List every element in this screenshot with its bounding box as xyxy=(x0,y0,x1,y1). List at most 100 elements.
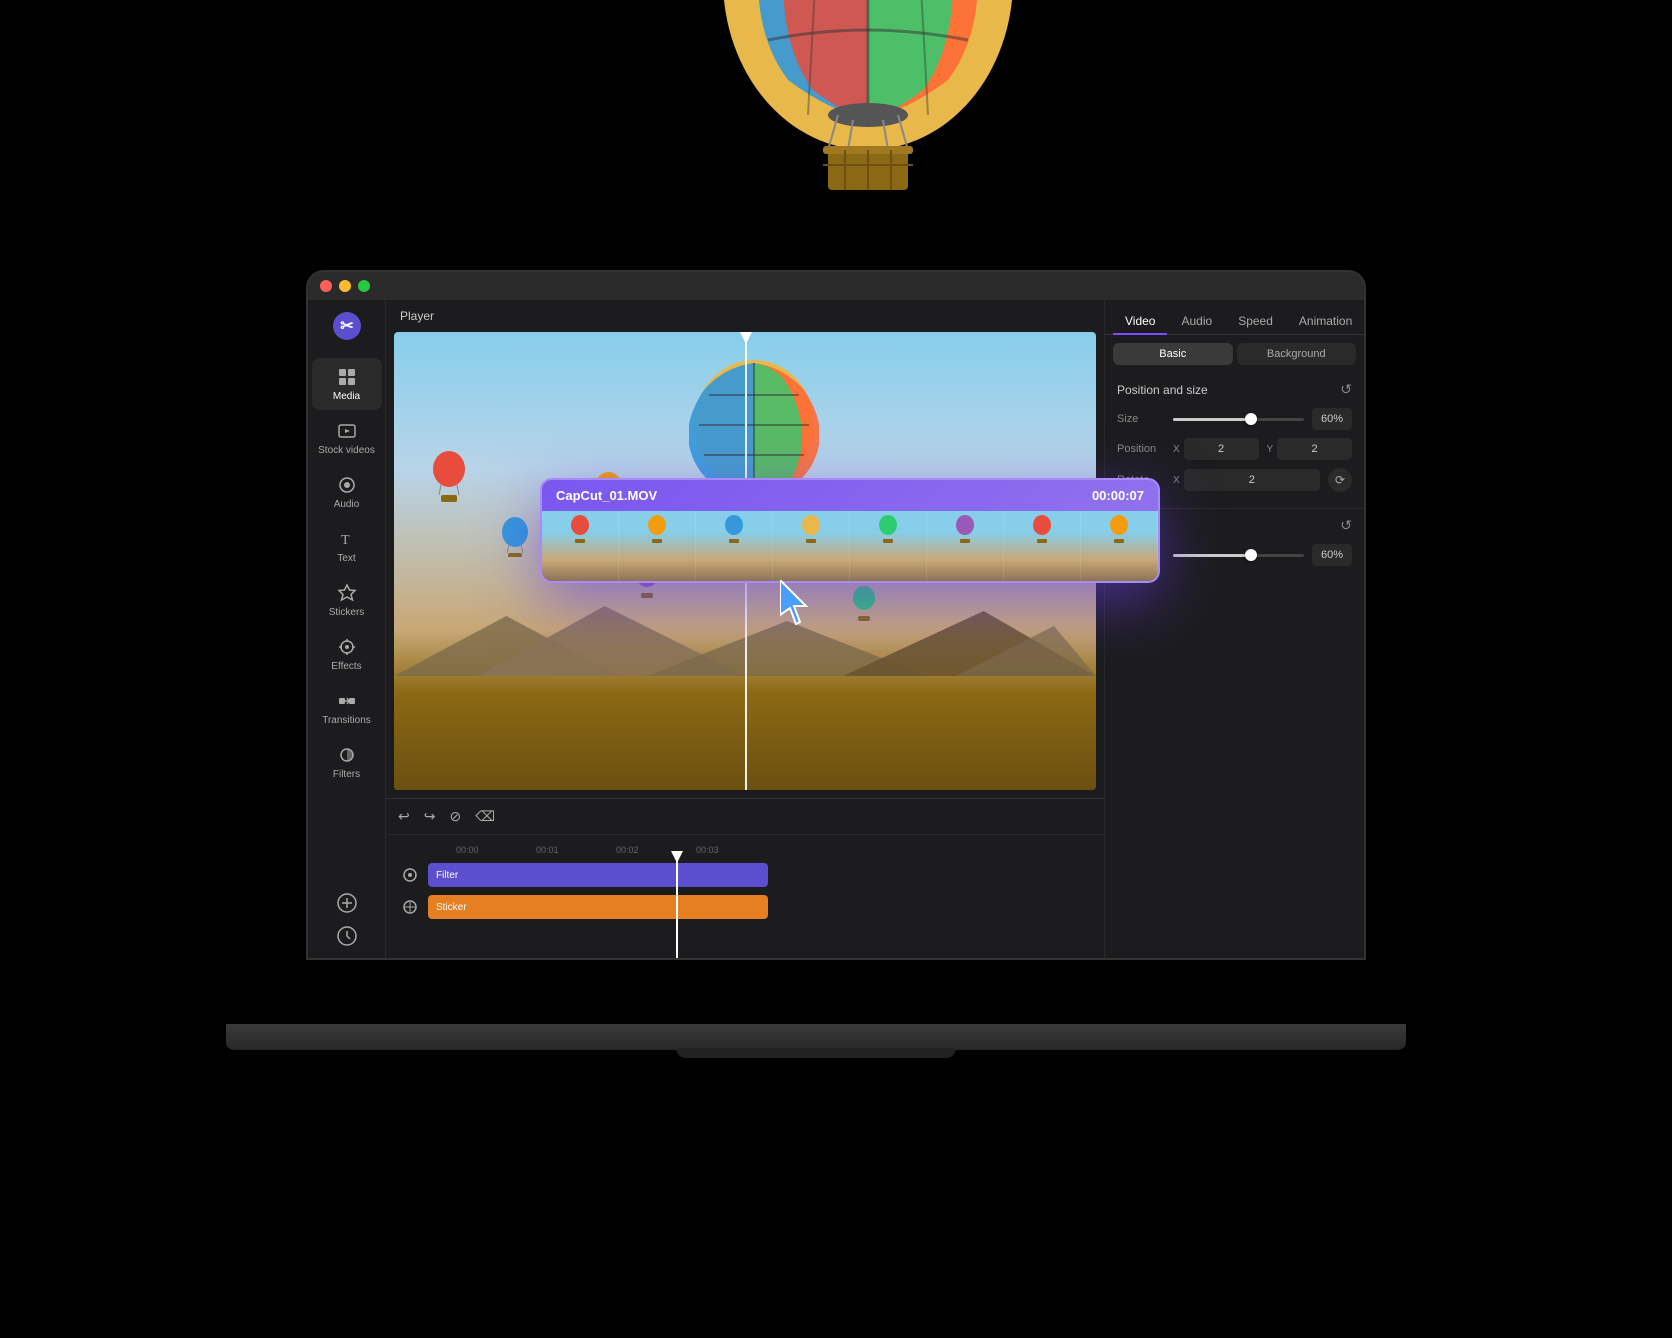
maximize-button[interactable] xyxy=(358,280,370,292)
transitions-label: Transitions xyxy=(322,715,371,726)
svg-text:✂: ✂ xyxy=(340,318,354,335)
sidebar-item-stock-videos[interactable]: Stock videos xyxy=(312,412,382,464)
filmstrip-frame-6 xyxy=(927,511,1004,581)
size-control-row: Size 60% xyxy=(1117,408,1352,430)
ruler-mark-1: 00:01 xyxy=(536,845,616,855)
laptop-base xyxy=(226,1024,1406,1050)
clip-card-header: CapCut_01.MOV 00:00:07 xyxy=(542,480,1158,511)
filmstrip-frame-7 xyxy=(1004,511,1081,581)
blend-reset[interactable]: ↺ xyxy=(1340,517,1352,534)
screen-bezel: ✂ Media Stock videos xyxy=(306,270,1366,960)
laptop-foot xyxy=(676,1048,956,1058)
split-button[interactable]: ⊘ xyxy=(449,808,461,825)
size-value[interactable]: 60% xyxy=(1312,408,1352,430)
floating-clip-card[interactable]: CapCut_01.MOV 00:00:07 xyxy=(540,478,1160,583)
sticker-track-icon xyxy=(398,895,422,919)
sidebar: ✂ Media Stock videos xyxy=(308,300,386,958)
sidebar-item-audio[interactable]: Audio xyxy=(312,466,382,518)
position-y-value[interactable]: 2 xyxy=(1277,438,1352,460)
text-icon: T xyxy=(336,528,358,550)
playhead xyxy=(676,857,678,958)
text-label: Text xyxy=(337,553,355,564)
audio-icon xyxy=(336,474,358,496)
opacity-slider[interactable] xyxy=(1173,554,1304,557)
svg-text:T: T xyxy=(341,533,350,548)
audio-label: Audio xyxy=(334,499,360,510)
filter-clip[interactable]: Filter xyxy=(428,863,768,887)
track-row-filter: Filter xyxy=(398,861,1092,889)
tab-animation[interactable]: Animation xyxy=(1287,308,1364,334)
ruler-mark-2: 00:02 xyxy=(616,845,696,855)
position-size-header: Position and size ↺ xyxy=(1117,381,1352,398)
timeline-toolbar: ↩ ↪ ⊘ ⌫ xyxy=(386,799,1104,835)
redo-button[interactable]: ↪ xyxy=(424,808,436,825)
rotate-x-box: X 2 xyxy=(1173,469,1320,491)
tab-video[interactable]: Video xyxy=(1113,308,1167,334)
right-panel: Video Audio Speed Animation Basic Backgr… xyxy=(1104,300,1364,958)
sidebar-item-stickers[interactable]: Stickers xyxy=(312,574,382,626)
clip-filename: CapCut_01.MOV xyxy=(556,488,657,503)
ruler-mark-3: 00:03 xyxy=(696,845,776,855)
player-title: Player xyxy=(400,309,434,323)
filmstrip-frame-8 xyxy=(1081,511,1158,581)
clip-duration: 00:00:07 xyxy=(1092,488,1144,503)
filmstrip-frame-2 xyxy=(619,511,696,581)
position-y-label: Y xyxy=(1267,444,1274,455)
stickers-label: Stickers xyxy=(329,607,365,618)
clip-filmstrip xyxy=(542,511,1158,581)
sticker-clip[interactable]: Sticker xyxy=(428,895,768,919)
filmstrip-frame-4 xyxy=(773,511,850,581)
app-container: ✂ Media Stock videos xyxy=(308,300,1364,958)
filters-label: Filters xyxy=(333,769,360,780)
app-logo: ✂ xyxy=(329,308,365,344)
sub-tab-basic[interactable]: Basic xyxy=(1113,343,1233,365)
sidebar-item-effects[interactable]: Effects xyxy=(312,628,382,680)
main-content: Player xyxy=(386,300,1104,958)
add-icon[interactable] xyxy=(336,892,358,914)
size-slider[interactable] xyxy=(1173,418,1304,421)
main-balloon-decoration xyxy=(708,0,1028,205)
sub-tab-background[interactable]: Background xyxy=(1237,343,1357,365)
ruler-mark-0: 00:00 xyxy=(456,845,536,855)
minimize-button[interactable] xyxy=(339,280,351,292)
timeline-area: ↩ ↪ ⊘ ⌫ 00:00 00:01 00:02 00:03 xyxy=(386,798,1104,958)
position-control-row: Position X 2 Y 2 xyxy=(1117,438,1352,460)
stock-videos-icon xyxy=(336,420,358,442)
sidebar-item-text[interactable]: T Text xyxy=(312,520,382,572)
sidebar-item-transitions[interactable]: Transitions xyxy=(312,682,382,734)
opacity-value[interactable]: 60% xyxy=(1312,544,1352,566)
tab-audio[interactable]: Audio xyxy=(1169,308,1224,334)
delete-button[interactable]: ⌫ xyxy=(475,808,495,825)
size-label: Size xyxy=(1117,413,1165,425)
position-size-reset[interactable]: ↺ xyxy=(1340,381,1352,398)
panel-sub-tabs: Basic Background xyxy=(1105,335,1364,373)
track-row-sticker: Sticker xyxy=(398,893,1092,921)
stickers-icon xyxy=(336,582,358,604)
filters-icon xyxy=(336,744,358,766)
clock-icon[interactable] xyxy=(336,925,358,947)
rotate-x-value[interactable]: 2 xyxy=(1184,469,1320,491)
position-size-title: Position and size xyxy=(1117,383,1208,397)
timeline-ruler: 00:00 00:01 00:02 00:03 xyxy=(386,835,1104,857)
position-y-box: Y 2 xyxy=(1267,438,1353,460)
laptop: ✂ Media Stock videos xyxy=(286,270,1386,1050)
transitions-icon xyxy=(336,690,358,712)
titlebar xyxy=(308,272,1364,300)
tab-speed[interactable]: Speed xyxy=(1226,308,1285,334)
undo-button[interactable]: ↩ xyxy=(398,808,410,825)
rotate-icon[interactable]: ⟳ xyxy=(1328,468,1352,492)
sidebar-item-filters[interactable]: Filters xyxy=(312,736,382,788)
timeline-tracks: Filter Sticker xyxy=(386,857,1104,958)
filter-track-icon xyxy=(398,863,422,887)
position-x-value[interactable]: 2 xyxy=(1184,438,1259,460)
sidebar-item-media[interactable]: Media xyxy=(312,358,382,410)
effects-label: Effects xyxy=(331,661,361,672)
filmstrip-frame-3 xyxy=(696,511,773,581)
rotate-x-label: X xyxy=(1173,475,1180,486)
position-x-label: X xyxy=(1173,444,1180,455)
panel-tabs: Video Audio Speed Animation xyxy=(1105,300,1364,335)
media-label: Media xyxy=(333,391,360,402)
filmstrip-frame-5 xyxy=(850,511,927,581)
close-button[interactable] xyxy=(320,280,332,292)
scene-wrapper: ✂ Media Stock videos xyxy=(0,0,1672,1338)
